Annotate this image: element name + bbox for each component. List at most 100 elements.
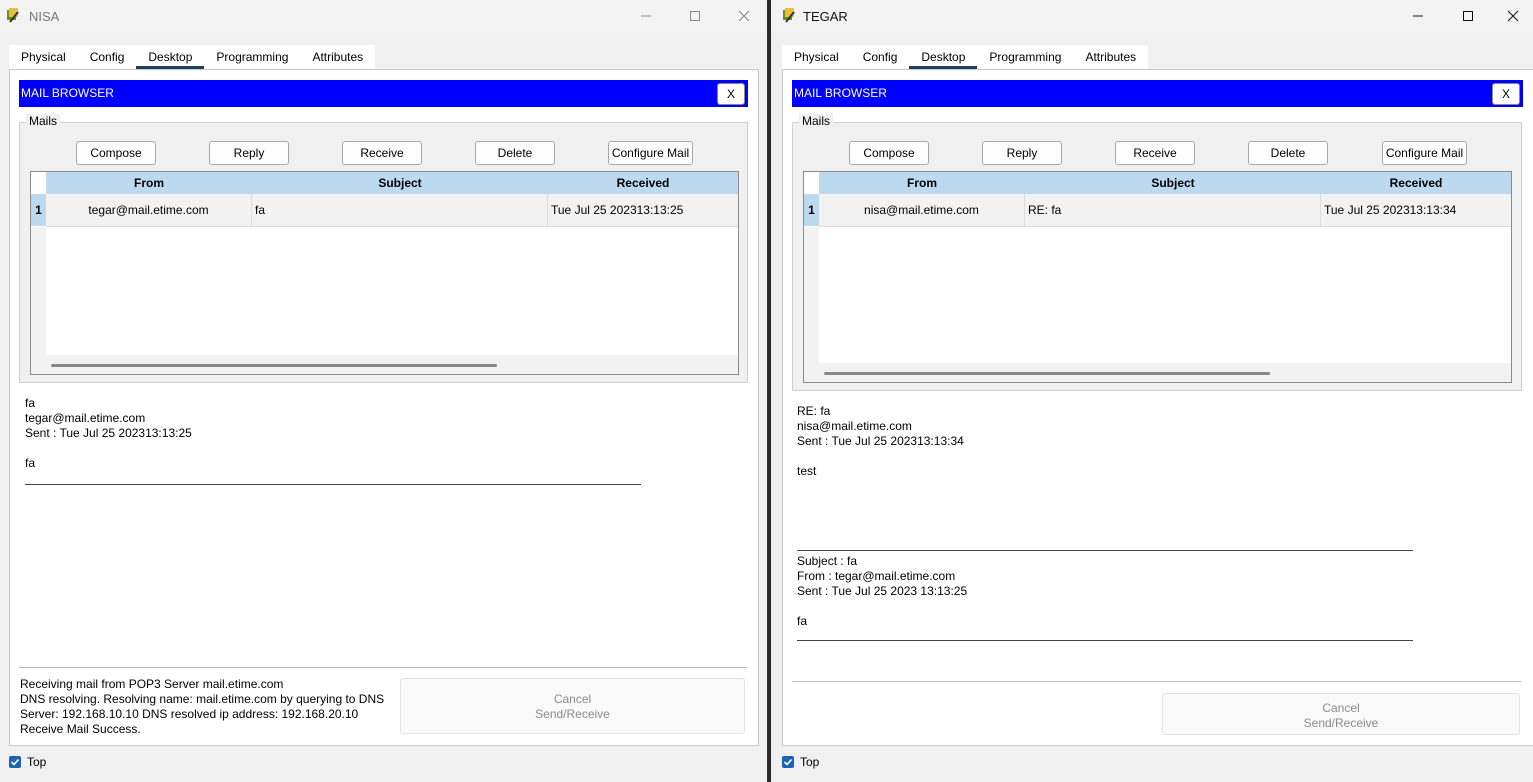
column-from[interactable]: From	[46, 172, 252, 194]
message-from: tegar@mail.etime.com	[25, 411, 146, 425]
column-from[interactable]: From	[819, 172, 1025, 194]
delete-button[interactable]: Delete	[1248, 141, 1328, 165]
table-corner	[31, 172, 46, 194]
cell-received: Tue Jul 25 202313:13:25	[551, 203, 684, 217]
table-row[interactable]: tegar@mail.etime.com fa Tue Jul 25 20231…	[46, 194, 738, 227]
maximize-button[interactable]	[675, 4, 715, 28]
top-label: Top	[27, 755, 47, 769]
delete-button[interactable]: Delete	[475, 141, 555, 165]
window-title: TEGAR	[803, 9, 848, 24]
message-blank	[25, 441, 747, 456]
horizontal-scrollbar[interactable]	[824, 372, 1270, 375]
row-gutter	[804, 227, 819, 382]
column-subject[interactable]: Subject	[1025, 172, 1321, 194]
close-icon	[1507, 10, 1519, 22]
table-header: From Subject Received	[819, 172, 1511, 194]
packet-tracer-pc-icon	[782, 8, 798, 24]
quoted-blank	[797, 599, 967, 614]
minimize-button[interactable]	[1398, 4, 1438, 28]
tab-desktop[interactable]: Desktop	[136, 45, 205, 69]
cancel-send-receive-button: Cancel Send/Receive	[1162, 693, 1520, 735]
top-checkbox[interactable]: Top	[9, 755, 46, 769]
mails-legend: Mails	[26, 114, 61, 128]
table-corner	[804, 172, 819, 194]
receive-button[interactable]: Receive	[1115, 141, 1195, 165]
tab-attributes[interactable]: Attributes	[300, 45, 375, 69]
send-receive-label: Send/Receive	[535, 707, 610, 721]
mail-browser-close-button[interactable]: X	[1492, 83, 1520, 105]
window-tegar: TEGAR Physical Config Desktop Programmin…	[771, 0, 1533, 782]
status-log: Receiving mail from POP3 Server mail.eti…	[20, 677, 400, 737]
configure-mail-button[interactable]: Configure Mail	[1382, 141, 1467, 165]
mails-legend: Mails	[799, 114, 834, 128]
reply-button[interactable]: Reply	[209, 141, 289, 165]
receive-button[interactable]: Receive	[342, 141, 422, 165]
desktop-panel: MAIL BROWSER X Mails Compose Reply Recei…	[782, 69, 1533, 746]
quoted-body: fa	[797, 614, 808, 628]
tab-bar: Physical Config Desktop Programming Attr…	[9, 45, 376, 69]
configure-mail-button[interactable]: Configure Mail	[608, 141, 693, 165]
cell-received: Tue Jul 25 202313:13:34	[1324, 203, 1457, 217]
message-sent: Sent : Tue Jul 25 202313:13:34	[797, 434, 964, 448]
cancel-label: Cancel	[1322, 701, 1360, 715]
tab-programming[interactable]: Programming	[204, 45, 300, 69]
tab-bar: Physical Config Desktop Programming Attr…	[782, 45, 1149, 69]
status-line: Receive Mail Success.	[20, 722, 141, 736]
tab-programming[interactable]: Programming	[977, 45, 1073, 69]
mail-browser-title: MAIL BROWSER	[21, 86, 114, 100]
mails-group: Mails Compose Reply Receive Delete Confi…	[792, 114, 1522, 391]
mail-browser-close-button[interactable]: X	[717, 83, 745, 105]
tab-config[interactable]: Config	[78, 45, 137, 69]
message-body: fa	[25, 456, 36, 470]
horizontal-scrollbar[interactable]	[51, 364, 497, 367]
column-received[interactable]: Received	[548, 172, 738, 194]
quoted-from: From : tegar@mail.etime.com	[797, 569, 956, 583]
tab-physical[interactable]: Physical	[9, 45, 78, 69]
tab-config[interactable]: Config	[851, 45, 910, 69]
mail-browser-header: MAIL BROWSER X	[19, 80, 748, 107]
message-body: test	[797, 464, 817, 478]
quoted-subject: Subject : fa	[797, 554, 858, 568]
top-checkbox[interactable]: Top	[782, 755, 819, 769]
tab-desktop[interactable]: Desktop	[909, 45, 978, 69]
row-number: 1	[804, 194, 819, 226]
compose-button[interactable]: Compose	[849, 141, 929, 165]
status-line: Server: 192.168.10.10 DNS resolved ip ad…	[20, 707, 359, 721]
close-button[interactable]	[724, 4, 764, 28]
row-gutter	[31, 227, 46, 374]
quoted-divider	[797, 640, 1413, 641]
table-row[interactable]: nisa@mail.etime.com RE: fa Tue Jul 25 20…	[819, 194, 1511, 227]
mail-browser-title: MAIL BROWSER	[794, 86, 887, 100]
minimize-icon	[1412, 10, 1424, 22]
title-bar[interactable]: TEGAR	[771, 0, 1533, 32]
mail-browser-header: MAIL BROWSER X	[792, 80, 1523, 107]
maximize-icon	[689, 10, 701, 22]
close-button[interactable]	[1493, 4, 1533, 28]
message-from: nisa@mail.etime.com	[797, 419, 912, 433]
message-view: fa tegar@mail.etime.com Sent : Tue Jul 2…	[20, 391, 747, 661]
compose-button[interactable]: Compose	[76, 141, 156, 165]
separator	[792, 681, 1521, 682]
tab-attributes[interactable]: Attributes	[1073, 45, 1148, 69]
cell-subject: RE: fa	[1025, 194, 1321, 226]
minimize-button[interactable]	[626, 4, 666, 28]
reply-button[interactable]: Reply	[982, 141, 1062, 165]
quoted-sent: Sent : Tue Jul 25 2023 13:13:25	[797, 584, 968, 598]
maximize-button[interactable]	[1448, 4, 1488, 28]
maximize-icon	[1462, 10, 1474, 22]
cell-from: nisa@mail.etime.com	[819, 194, 1025, 226]
quoted-message: Subject : fa From : tegar@mail.etime.com…	[797, 554, 967, 629]
cancel-label: Cancel	[553, 692, 592, 706]
message-divider	[797, 550, 1413, 551]
check-icon	[782, 756, 794, 768]
window-nisa: NISA Physical Config Desktop Programming…	[0, 0, 767, 782]
desktop-panel: MAIL BROWSER X Mails Compose Reply Recei…	[9, 69, 759, 746]
cell-from: tegar@mail.etime.com	[46, 194, 252, 226]
packet-tracer-pc-icon	[6, 8, 22, 24]
column-subject[interactable]: Subject	[252, 172, 548, 194]
column-received[interactable]: Received	[1321, 172, 1511, 194]
mails-group: Mails Compose Reply Receive Delete Confi…	[19, 114, 748, 383]
tab-physical[interactable]: Physical	[782, 45, 851, 69]
title-bar[interactable]: NISA	[0, 0, 767, 32]
separator	[19, 667, 747, 668]
